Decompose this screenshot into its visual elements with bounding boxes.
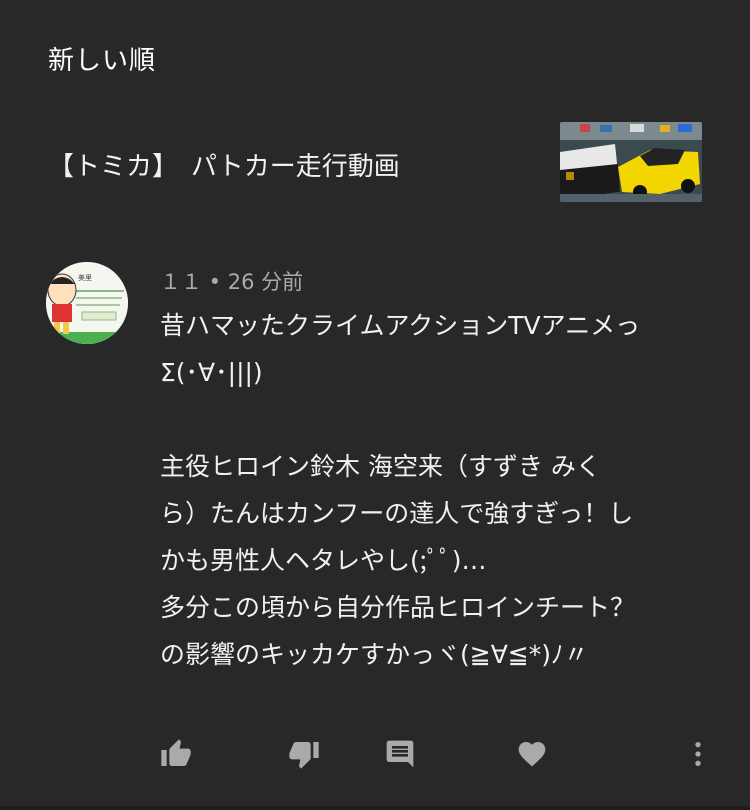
dislike-icon [289,742,319,769]
like-icon [161,739,191,766]
svg-text:美里: 美里 [78,273,92,282]
comment-line: の影響のキッカケすかっヾ(≧∀≦*)ﾉ〃 [160,640,589,669]
avatar[interactable]: 美里 [46,262,128,344]
dislike-button[interactable] [284,734,324,774]
more-icon [695,742,701,766]
like-button[interactable] [156,734,196,774]
comment-text: 昔ハマッたクライムアクションTVアニメっ Σ(･∀･|||) 主役ヒロイン鈴木 … [160,302,705,678]
comment-line: 多分この頃から自分作品ヒロインチート？ [160,593,636,622]
heart-icon [518,742,546,767]
comment-line: ら）たんはカンフーの達人で強すぎっ！し [160,499,634,528]
comment-actions [0,734,750,778]
reply-button[interactable] [380,734,420,774]
comment-line: かも男性人ヘタレやし(;ﾟﾟ)… [160,546,487,575]
more-options-button[interactable] [678,734,718,774]
comment-line: Σ(･∀･|||) [160,358,263,387]
comment-line: 昔ハマッたクライムアクションTVアニメっ [160,311,641,340]
video-thumbnail[interactable] [560,122,702,202]
avatar-image: 美里 [46,262,128,344]
video-title[interactable]: 【トミカ】 パトカー走行動画 [48,146,400,183]
sort-order-label[interactable]: 新しい順 [48,40,156,77]
comment-meta: １１ • 26 分前 [160,270,304,294]
comment-line: 主役ヒロイン鈴木 海空来（すずき みく [160,452,601,481]
reply-icon [386,740,414,768]
divider [0,806,750,810]
thumbnail-image [560,122,702,202]
video-row[interactable]: 【トミカ】 パトカー走行動画 [0,122,750,206]
heart-button[interactable] [512,734,552,774]
